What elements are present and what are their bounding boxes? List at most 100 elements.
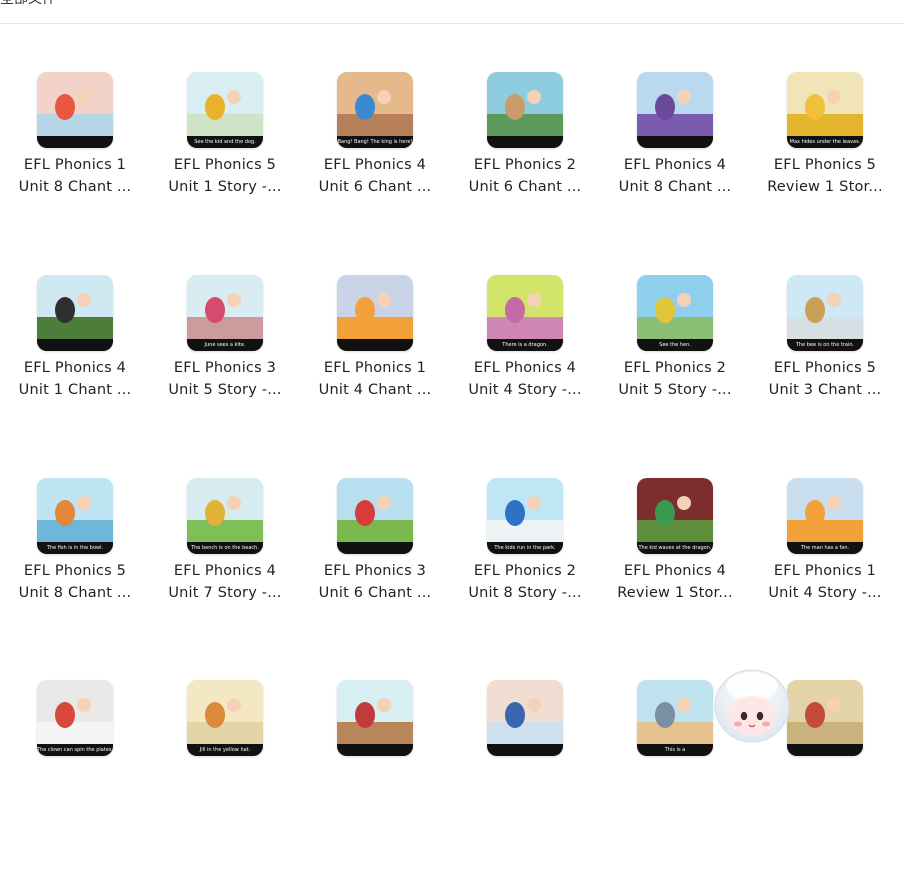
thumbnail-caption: This is a: [637, 744, 713, 756]
file-name[interactable]: EFL Phonics 2 Unit 8 Story -...: [450, 560, 600, 604]
file-item[interactable]: The fish is in the bowl. EFL Phonics 5 Uni…: [0, 478, 150, 668]
video-thumbnail[interactable]: See the kid and the dog.: [187, 72, 263, 148]
video-thumbnail[interactable]: [37, 72, 113, 148]
file-item[interactable]: The kid waves at the dragon. EFL Phonics …: [600, 478, 750, 668]
thumbnail-caption: Bang! Bang! The king is here!: [337, 136, 413, 148]
thumbnail-sky: [37, 72, 113, 114]
file-item[interactable]: Max hides under the leaves. EFL Phonics 5…: [750, 72, 900, 262]
thumbnail-character: [805, 500, 825, 526]
file-item[interactable]: The bench is on the beach. EFL Phonics 4 U…: [150, 478, 300, 668]
video-thumbnail[interactable]: [337, 275, 413, 351]
file-item[interactable]: Bang! Bang! The king is here! EFL Phonics…: [300, 72, 450, 262]
file-name-line2: Unit 4 Chant ...: [318, 382, 432, 398]
thumbnail-character-head: [377, 496, 391, 510]
video-thumbnail[interactable]: Max hides under the leaves.: [787, 72, 863, 148]
video-thumbnail[interactable]: [37, 275, 113, 351]
thumbnail-sky: [787, 680, 863, 722]
file-name-line2: Unit 1 Story -...: [168, 179, 282, 195]
file-name-line1: EFL Phonics 2: [473, 563, 577, 579]
file-item[interactable]: There is a dragon. EFL Phonics 4 Unit 4 St…: [450, 275, 600, 465]
thumbnail-character-head: [377, 698, 391, 712]
video-thumbnail[interactable]: There is a dragon.: [487, 275, 563, 351]
thumbnail-sky: [637, 680, 713, 722]
file-name[interactable]: EFL Phonics 5 Review 1 Stor...: [750, 154, 900, 198]
file-item[interactable]: The man has a fan. EFL Phonics 1 Unit 4 St…: [750, 478, 900, 668]
file-item[interactable]: [300, 680, 450, 870]
file-name-line2: Unit 4 Story -...: [768, 585, 882, 601]
file-name[interactable]: EFL Phonics 4 Review 1 Stor...: [600, 560, 750, 604]
file-name[interactable]: EFL Phonics 1 Unit 4 Chant ...: [300, 357, 450, 401]
file-item[interactable]: [450, 680, 600, 870]
file-name[interactable]: EFL Phonics 5 Unit 1 Story -...: [150, 154, 300, 198]
thumbnail-sky: [337, 275, 413, 317]
file-name[interactable]: EFL Phonics 4 Unit 8 Chant ...: [600, 154, 750, 198]
file-name-line2: Unit 4 Story -...: [468, 382, 582, 398]
file-item[interactable]: EFL Phonics 4 Unit 8 Chant ...: [600, 72, 750, 262]
file-name[interactable]: EFL Phonics 5 Unit 8 Chant ...: [0, 560, 150, 604]
file-item[interactable]: EFL Phonics 3 Unit 6 Chant ...: [300, 478, 450, 668]
file-name[interactable]: EFL Phonics 4 Unit 1 Chant ...: [0, 357, 150, 401]
thumbnail-character-head: [677, 698, 691, 712]
video-thumbnail[interactable]: The bench is on the beach.: [187, 478, 263, 554]
thumbnail-character: [805, 297, 825, 323]
video-thumbnail[interactable]: The bee is on the train.: [787, 275, 863, 351]
video-thumbnail[interactable]: The kid waves at the dragon.: [637, 478, 713, 554]
file-name-line1: EFL Phonics 1: [323, 360, 427, 376]
thumbnail-character: [505, 297, 525, 323]
file-name[interactable]: EFL Phonics 4 Unit 6 Chant ...: [300, 154, 450, 198]
file-name[interactable]: EFL Phonics 3 Unit 5 Story -...: [150, 357, 300, 401]
thumbnail-character-head: [527, 90, 541, 104]
file-item[interactable]: EFL Phonics 4 Unit 1 Chant ...: [0, 275, 150, 465]
video-thumbnail[interactable]: Bang! Bang! The king is here!: [337, 72, 413, 148]
thumbnail-sky: [187, 680, 263, 722]
video-thumbnail[interactable]: The man has a fan.: [787, 478, 863, 554]
video-thumbnail[interactable]: [637, 72, 713, 148]
file-name-line1: EFL Phonics 3: [173, 360, 277, 376]
thumbnail-caption: Jill in the yellow hat.: [187, 744, 263, 756]
video-thumbnail[interactable]: The fish is in the bowl.: [37, 478, 113, 554]
thumbnail-caption: [337, 339, 413, 351]
file-name[interactable]: EFL Phonics 2 Unit 5 Story -...: [600, 357, 750, 401]
thumbnail-character: [805, 94, 825, 120]
file-item[interactable]: The clown can spin the plates.: [0, 680, 150, 870]
file-name[interactable]: EFL Phonics 4 Unit 4 Story -...: [450, 357, 600, 401]
thumbnail-caption: The kids run in the park.: [487, 542, 563, 554]
assistant-mascot-icon[interactable]: [712, 666, 792, 745]
file-item[interactable]: June sees a kite. EFL Phonics 3 Unit 5 Sto…: [150, 275, 300, 465]
thumbnail-character-head: [677, 293, 691, 307]
file-name[interactable]: EFL Phonics 2 Unit 6 Chant ...: [450, 154, 600, 198]
file-name[interactable]: EFL Phonics 3 Unit 6 Chant ...: [300, 560, 450, 604]
video-thumbnail[interactable]: [337, 478, 413, 554]
thumbnail-character-head: [227, 698, 241, 712]
file-name[interactable]: EFL Phonics 1 Unit 4 Story -...: [750, 560, 900, 604]
thumbnail-character-head: [527, 698, 541, 712]
thumbnail-sky: [637, 72, 713, 114]
thumbnail-sky: [187, 275, 263, 317]
video-thumbnail[interactable]: The kids run in the park.: [487, 478, 563, 554]
thumbnail-caption: [37, 136, 113, 148]
file-name[interactable]: EFL Phonics 1 Unit 8 Chant ...: [0, 154, 150, 198]
thumbnail-character-head: [77, 293, 91, 307]
thumbnail-character-head: [77, 698, 91, 712]
file-item[interactable]: See the hen. EFL Phonics 2 Unit 5 Story -.…: [600, 275, 750, 465]
thumbnail-sky: [637, 275, 713, 317]
file-name-line1: EFL Phonics 3: [323, 563, 427, 579]
thumbnail-character: [805, 702, 825, 728]
video-thumbnail[interactable]: [487, 72, 563, 148]
file-item[interactable]: The kids run in the park. EFL Phonics 2 Un…: [450, 478, 600, 668]
thumbnail-character-head: [827, 90, 841, 104]
file-item[interactable]: The bee is on the train. EFL Phonics 5 Uni…: [750, 275, 900, 465]
video-thumbnail[interactable]: June sees a kite.: [187, 275, 263, 351]
file-name[interactable]: EFL Phonics 4 Unit 7 Story -...: [150, 560, 300, 604]
thumbnail-sky: [37, 680, 113, 722]
file-name-line1: EFL Phonics 4: [623, 563, 727, 579]
thumbnail-caption: Max hides under the leaves.: [787, 136, 863, 148]
file-name[interactable]: EFL Phonics 5 Unit 3 Chant ...: [750, 357, 900, 401]
thumbnail-character: [505, 94, 525, 120]
file-item[interactable]: EFL Phonics 1 Unit 4 Chant ...: [300, 275, 450, 465]
file-item[interactable]: EFL Phonics 2 Unit 6 Chant ...: [450, 72, 600, 262]
file-item[interactable]: See the kid and the dog. EFL Phonics 5 Uni…: [150, 72, 300, 262]
file-item[interactable]: Jill in the yellow hat.: [150, 680, 300, 870]
file-item[interactable]: EFL Phonics 1 Unit 8 Chant ...: [0, 72, 150, 262]
video-thumbnail[interactable]: See the hen.: [637, 275, 713, 351]
